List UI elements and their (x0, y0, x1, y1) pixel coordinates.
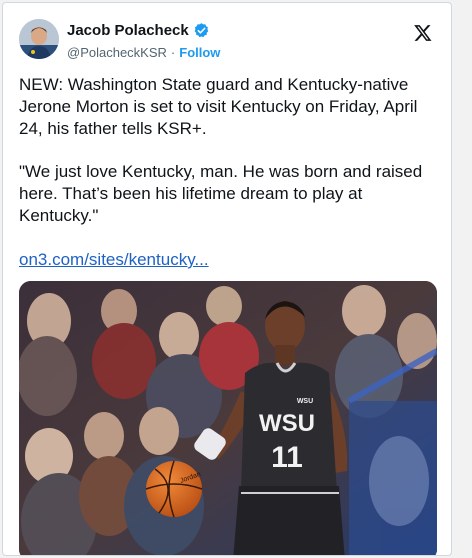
follow-button[interactable]: Follow (179, 45, 220, 60)
tweet-paragraph: NEW: Washington State guard and Kentucky… (19, 75, 418, 138)
author-handle-row: @PolacheckKSR · Follow (67, 45, 220, 60)
jersey-logo: WSU (297, 398, 313, 405)
jersey-text: WSU (259, 410, 315, 437)
tweet-quote-paragraph: "We just love Kentucky, man. He was born… (19, 162, 423, 225)
article-link[interactable]: on3.com/sites/kentucky... (19, 249, 209, 271)
avatar-photo (19, 19, 59, 59)
author-handle[interactable]: @PolacheckKSR (67, 45, 167, 60)
basketball-player-photo: WSU 11 WSU Jordan (19, 281, 437, 555)
author-name-row: Jacob Polacheck (67, 22, 210, 39)
author-name[interactable]: Jacob Polacheck (67, 22, 189, 39)
jersey-number: 11 (271, 441, 303, 474)
avatar[interactable] (19, 19, 59, 59)
basketball: Jordan (145, 460, 203, 518)
separator-dot: · (170, 45, 176, 60)
x-logo-icon[interactable] (413, 23, 433, 43)
tweet-media-photo[interactable]: WSU 11 WSU Jordan (19, 281, 437, 555)
tweet-text: NEW: Washington State guard and Kentucky… (19, 74, 439, 248)
verified-badge-icon (194, 23, 208, 38)
tweet-card: Jacob Polacheck @PolacheckKSR · Follow N… (2, 2, 452, 556)
